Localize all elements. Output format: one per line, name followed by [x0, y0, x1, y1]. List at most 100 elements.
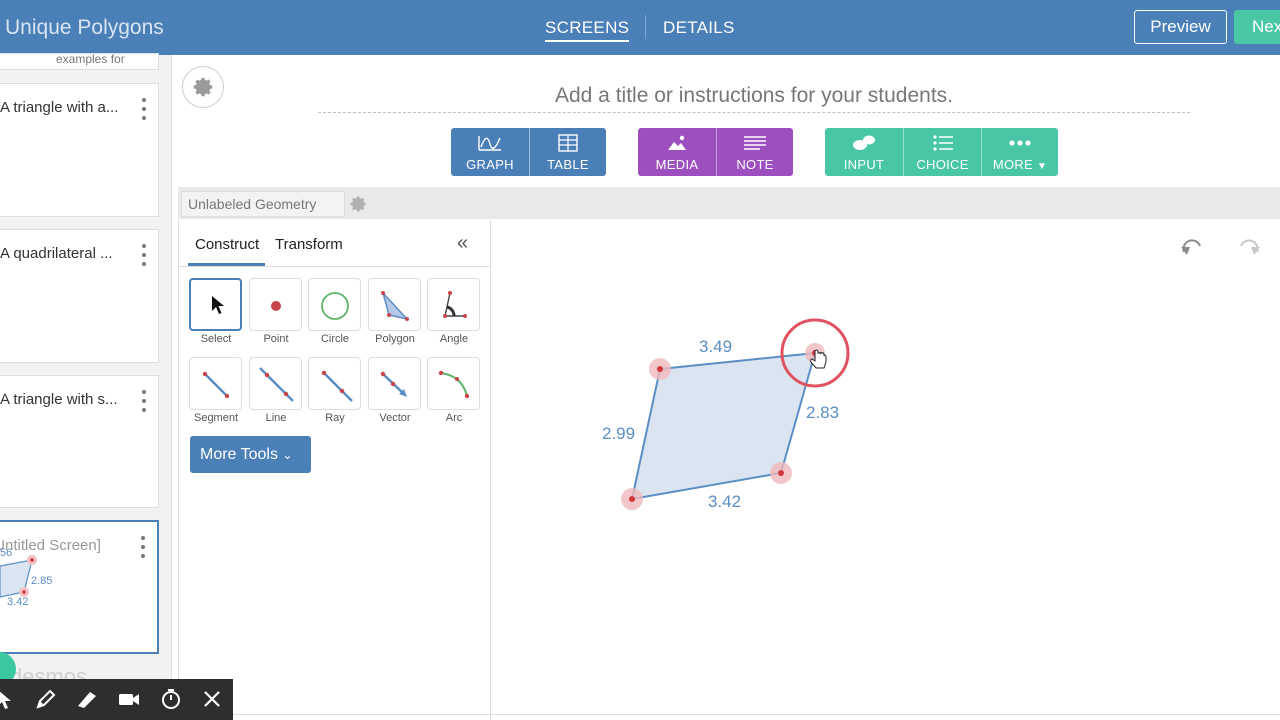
tab-screens[interactable]: SCREENS	[545, 18, 630, 42]
instructions-input[interactable]: Add a title or instructions for your stu…	[318, 84, 1190, 113]
screens-sidebar: examples for A triangle with a... A quad…	[0, 52, 172, 720]
circle-icon	[321, 292, 349, 320]
input-label: INPUT	[843, 157, 885, 172]
component-label-input[interactable]: Unlabeled Geometry	[181, 191, 345, 217]
screen-card-text: examples for	[56, 52, 125, 66]
geometry-header: Unlabeled Geometry	[178, 187, 1280, 219]
caret-down-icon: ▼	[1036, 161, 1048, 172]
kebab-menu-icon[interactable]	[139, 98, 149, 120]
segment-icon	[202, 371, 230, 399]
tab-details[interactable]: DETAILS	[663, 18, 735, 38]
next-button[interactable]: Next	[1234, 10, 1280, 44]
tool-segment[interactable]	[189, 357, 242, 410]
gear-icon[interactable]	[350, 195, 368, 213]
choice-icon	[932, 135, 953, 151]
polygon-icon	[381, 291, 410, 321]
kebab-menu-icon[interactable]	[138, 536, 148, 558]
highlighter-icon[interactable]	[76, 688, 98, 710]
kebab-menu-icon[interactable]	[139, 244, 149, 266]
active-tab-indicator	[188, 263, 265, 266]
graph-icon	[478, 136, 501, 151]
tool-polygon[interactable]	[368, 278, 421, 331]
side-length-label: 3.42	[708, 492, 741, 511]
tool-label: Point	[263, 333, 289, 345]
screen-card[interactable]: A quadrilateral ...	[0, 229, 159, 363]
graph-label: GRAPH	[466, 157, 514, 172]
nav-divider	[645, 15, 646, 39]
camera-icon[interactable]	[118, 688, 140, 710]
media-label: MEDIA	[655, 157, 699, 172]
tool-label: Arc	[445, 412, 463, 424]
choice-label: CHOICE	[916, 157, 969, 172]
tool-tabs: Construct Transform «	[179, 220, 491, 267]
media-component-button[interactable]: MEDIA	[638, 128, 716, 176]
tool-label: Line	[265, 412, 287, 424]
redo-icon[interactable]	[1240, 239, 1260, 255]
tool-ray[interactable]	[308, 357, 361, 410]
input-component-button[interactable]: INPUT	[825, 128, 903, 176]
geometry-tool-panel: Construct Transform « Select Point Circl…	[178, 220, 491, 720]
screen-card-title: A quadrilateral ...	[0, 245, 113, 262]
pen-icon[interactable]	[35, 688, 57, 710]
tool-label: Circle	[320, 333, 350, 345]
tool-arc[interactable]	[427, 357, 480, 410]
kebab-menu-icon[interactable]	[139, 390, 149, 412]
thumb-label: 2.85	[31, 575, 52, 587]
tool-label: Vector	[379, 412, 411, 424]
cursor-icon[interactable]	[0, 688, 16, 710]
tool-circle[interactable]	[308, 278, 361, 331]
graph-component-button[interactable]: GRAPH	[451, 128, 529, 176]
tab-construct[interactable]: Construct	[195, 236, 259, 253]
note-icon	[744, 136, 766, 150]
screen-thumbnail: 56 2.85 3.42	[0, 547, 52, 608]
table-component-button[interactable]: TABLE	[529, 128, 606, 176]
tool-line[interactable]	[249, 357, 302, 410]
tool-angle[interactable]	[427, 278, 480, 331]
undo-icon[interactable]	[1181, 239, 1201, 255]
screen-card[interactable]: A triangle with a...	[0, 83, 159, 217]
more-component-button[interactable]: MORE ▼	[981, 128, 1058, 176]
vector-icon	[380, 371, 407, 397]
screen-card-selected[interactable]: [Untitled Screen] 56 2.85 3.42	[0, 520, 159, 654]
side-length-label: 2.83	[806, 403, 839, 422]
collapse-panel-icon[interactable]: «	[457, 232, 468, 255]
line-icon	[259, 367, 294, 402]
tool-vector[interactable]	[368, 357, 421, 410]
more-icon	[1009, 140, 1031, 146]
tool-select[interactable]	[189, 278, 242, 331]
preview-button[interactable]: Preview	[1134, 10, 1227, 44]
tool-label: Polygon	[375, 333, 415, 345]
tool-label: Angle	[439, 333, 469, 345]
ray-icon	[321, 370, 353, 402]
top-bar: Unique Polygons SCREENS DETAILS Preview …	[0, 0, 1280, 55]
thumb-label: 3.42	[7, 596, 28, 608]
screen-settings-button[interactable]	[182, 66, 224, 108]
activity-title[interactable]: Unique Polygons	[5, 16, 164, 40]
gear-icon	[193, 77, 213, 97]
tab-transform[interactable]: Transform	[275, 236, 343, 253]
timer-icon[interactable]	[160, 688, 182, 710]
side-length-label: 2.99	[602, 424, 635, 443]
screen-card-partial[interactable]: examples for	[0, 52, 159, 70]
thumb-label: 56	[0, 547, 12, 559]
tool-label: Select	[200, 333, 232, 345]
more-tools-label: More Tools	[200, 446, 278, 463]
close-icon[interactable]	[201, 688, 223, 710]
point-icon	[271, 301, 281, 311]
choice-component-button[interactable]: CHOICE	[903, 128, 981, 176]
screen-card-title: A triangle with a...	[0, 99, 119, 116]
screen-card[interactable]: A triangle with s...	[0, 375, 159, 508]
side-length-label: 3.49	[699, 337, 732, 356]
arc-icon	[438, 370, 470, 399]
tool-label: Ray	[325, 412, 345, 424]
table-icon	[558, 134, 578, 152]
geometry-canvas[interactable]: 3.49 2.83 3.42 2.99	[491, 220, 1280, 715]
tool-point[interactable]	[249, 278, 302, 331]
more-tools-button[interactable]: More Tools ⌄	[190, 436, 311, 473]
note-component-button[interactable]: NOTE	[716, 128, 793, 176]
cursor-icon	[212, 296, 224, 314]
screen-card-title: A triangle with s...	[0, 391, 118, 408]
more-text: MORE	[992, 157, 1034, 172]
media-icon	[668, 135, 686, 150]
more-label: MORE ▼	[982, 157, 1058, 172]
